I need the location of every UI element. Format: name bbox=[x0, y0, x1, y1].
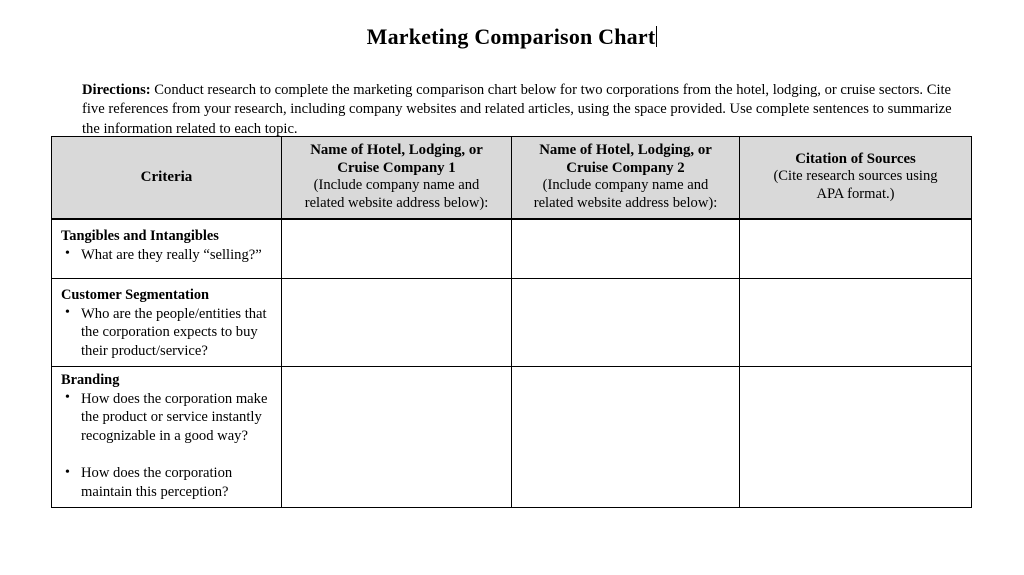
criteria-bullet-list: Who are the people/entities that the cor… bbox=[61, 304, 275, 361]
criteria-bullet-list: What are they really “selling?” bbox=[61, 245, 275, 265]
header-citation-line1: Citation of Sources bbox=[795, 150, 916, 167]
header-cell-company1: Name of Hotel, Lodging, or Cruise Compan… bbox=[281, 136, 512, 220]
criteria-bullet-list: How does the corporation make the produc… bbox=[61, 389, 275, 502]
criteria-cell-branding: Branding How does the corporation make t… bbox=[51, 366, 282, 509]
page-title-text: Marketing Comparison Chart bbox=[366, 24, 656, 49]
header-company1-line2: Cruise Company 1 bbox=[337, 159, 456, 176]
marketing-comparison-table: Criteria Name of Hotel, Lodging, or Crui… bbox=[51, 136, 972, 509]
answer-cell-company1-row3[interactable] bbox=[281, 366, 512, 509]
answer-cell-company1-row1[interactable] bbox=[281, 218, 512, 279]
header-company1-sub2: related website address below): bbox=[304, 194, 489, 211]
criteria-bullet: How does the corporation maintain this p… bbox=[61, 464, 275, 501]
answer-cell-company2-row1[interactable] bbox=[511, 218, 740, 279]
criteria-title: Tangibles and Intangibles bbox=[61, 228, 219, 244]
header-company2-line2: Cruise Company 2 bbox=[566, 159, 685, 176]
answer-cell-company1-row2[interactable] bbox=[281, 277, 512, 368]
header-company1-sub1: (Include company name and bbox=[313, 177, 480, 193]
table-header-row: Criteria Name of Hotel, Lodging, or Crui… bbox=[51, 136, 972, 220]
header-citation-sub2: APA format.) bbox=[816, 185, 895, 202]
table-row: Tangibles and Intangibles What are they … bbox=[51, 218, 972, 279]
criteria-title: Customer Segmentation bbox=[61, 287, 210, 303]
header-company2-sub1: (Include company name and bbox=[542, 177, 709, 193]
directions-paragraph: Directions: Conduct research to complete… bbox=[82, 81, 958, 140]
answer-cell-citation-row2[interactable] bbox=[739, 277, 972, 368]
table-row: Branding How does the corporation make t… bbox=[51, 366, 972, 509]
directions-body: Conduct research to complete the marketi… bbox=[82, 81, 952, 137]
header-cell-citation: Citation of Sources (Cite research sourc… bbox=[739, 136, 972, 220]
header-cell-criteria: Criteria bbox=[51, 136, 282, 220]
answer-cell-citation-row1[interactable] bbox=[739, 218, 972, 279]
header-company2-line1: Name of Hotel, Lodging, or bbox=[539, 142, 712, 158]
document-page: Marketing Comparison Chart Directions: C… bbox=[0, 0, 1024, 575]
criteria-title: Branding bbox=[61, 372, 120, 389]
criteria-cell-segmentation: Customer Segmentation Who are the people… bbox=[51, 277, 282, 368]
criteria-cell-tangibles: Tangibles and Intangibles What are they … bbox=[51, 218, 282, 279]
answer-cell-citation-row3[interactable] bbox=[739, 366, 972, 509]
header-citation-sub1: (Cite research sources using bbox=[773, 168, 938, 185]
header-cell-company2: Name of Hotel, Lodging, or Cruise Compan… bbox=[511, 136, 740, 220]
header-criteria-title: Criteria bbox=[140, 168, 193, 185]
answer-cell-company2-row3[interactable] bbox=[511, 366, 740, 509]
criteria-bullet: Who are the people/entities that the cor… bbox=[61, 304, 275, 361]
header-company1-line1: Name of Hotel, Lodging, or bbox=[310, 142, 483, 158]
table-row: Customer Segmentation Who are the people… bbox=[51, 277, 972, 368]
header-company2-sub2: related website address below): bbox=[533, 194, 718, 211]
answer-cell-company2-row2[interactable] bbox=[511, 277, 740, 368]
criteria-bullet: How does the corporation make the produc… bbox=[61, 389, 275, 446]
text-caret bbox=[656, 26, 658, 47]
page-title: Marketing Comparison Chart bbox=[0, 24, 1024, 49]
directions-label: Directions: bbox=[82, 81, 151, 98]
criteria-bullet: What are they really “selling?” bbox=[61, 245, 275, 265]
